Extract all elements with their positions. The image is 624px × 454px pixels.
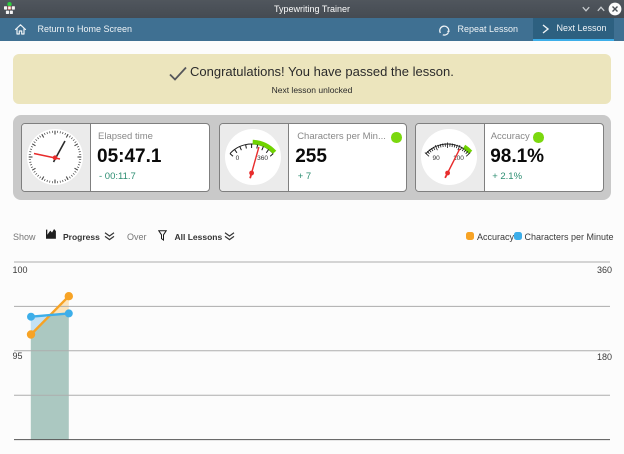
svg-text:90: 90	[432, 155, 440, 162]
svg-text:0: 0	[235, 155, 239, 162]
svg-text:360: 360	[257, 155, 268, 162]
